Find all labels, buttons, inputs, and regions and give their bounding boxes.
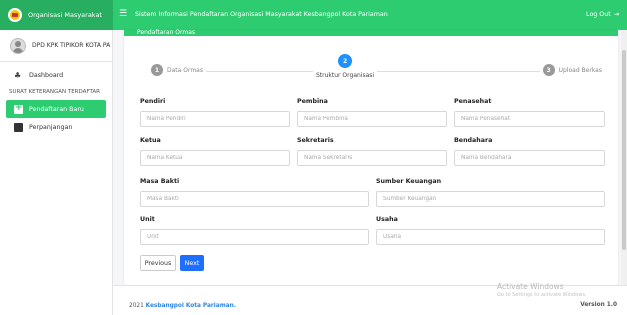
card-header: [124, 30, 618, 36]
logout-label: Log Out: [586, 11, 611, 18]
app-title: Sistem Informasi Pendaftaran Organisasi …: [135, 11, 388, 18]
step-number: 2: [338, 54, 353, 68]
step-label: Upload Berkas: [558, 66, 602, 74]
previous-button[interactable]: Previous: [140, 255, 176, 271]
user-panel: DPD KPK TIPIKOR KOTA PA: [0, 30, 112, 62]
step-number: 1: [151, 64, 163, 76]
bendahara-input[interactable]: [454, 150, 605, 166]
activate-windows-subtitle: Go to Settings to activate Windows.: [497, 292, 587, 298]
wizard-stepper: 1 Data Ormas 2 Struktur Organisasi 3 Upl…: [145, 54, 605, 86]
logout-link[interactable]: Log Out ⇥: [586, 11, 619, 18]
footer-version: Version 1.0: [580, 302, 617, 308]
sidebar-item-label: Perpanjangan: [29, 123, 73, 131]
pembina-input[interactable]: [297, 111, 447, 127]
masa-bakti-label: Masa Bakti: [140, 178, 180, 185]
sekretaris-label: Sekretaris: [297, 137, 334, 144]
unit-input[interactable]: [140, 229, 369, 245]
step-number: 3: [542, 64, 555, 76]
ketua-input[interactable]: [140, 150, 290, 166]
footer-year: 2021: [129, 303, 144, 309]
footer-copyright: 2021 Kesbangpol Kota Pariaman.: [129, 303, 236, 309]
step-upload-berkas[interactable]: 3 Upload Berkas: [539, 64, 605, 76]
user-name: DPD KPK TIPIKOR KOTA PA: [32, 42, 111, 49]
sign-out-icon: ⇥: [613, 11, 619, 18]
sidebar-section-header: SURAT KETERANGAN TERDAFTAR: [9, 89, 100, 95]
book-icon: [14, 122, 23, 132]
next-button[interactable]: Next: [180, 255, 204, 271]
pendiri-input[interactable]: [140, 111, 290, 127]
dashboard-icon: ♣: [14, 70, 22, 80]
step-data-ormas[interactable]: 1 Data Ormas: [148, 64, 206, 76]
sidebar-item-label: Pendaftaran Baru: [29, 105, 84, 113]
penasehat-label: Penasehat: [454, 98, 492, 105]
sidebar-item-dashboard[interactable]: ♣ Dashboard: [0, 66, 112, 84]
sidebar: DPD KPK TIPIKOR KOTA PA ♣ Dashboard SURA…: [0, 30, 113, 315]
usaha-input[interactable]: [376, 229, 605, 245]
sidebar-item-perpanjangan[interactable]: Perpanjangan: [0, 118, 112, 136]
step-label: Struktur Organisasi: [316, 72, 375, 79]
sumber-keuangan-label: Sumber Keuangan: [376, 178, 442, 185]
unit-label: Unit: [140, 216, 155, 223]
sidebar-item-label: Dashboard: [29, 71, 64, 79]
card-title: Pendaftaran Ormas: [137, 29, 196, 36]
sidebar-item-pendaftaran-baru[interactable]: Pendaftaran Baru: [6, 100, 106, 118]
brand[interactable]: Organisasi Masyarakat: [0, 0, 113, 30]
footer-org-link[interactable]: Kesbangpol Kota Pariaman.: [146, 303, 236, 309]
top-navbar: Organisasi Masyarakat ☰ Sistem Informasi…: [0, 0, 627, 30]
activate-windows-title: Activate Windows: [497, 282, 564, 291]
logo-icon: [8, 8, 22, 22]
masa-bakti-input[interactable]: [140, 191, 369, 207]
sekretaris-input[interactable]: [297, 150, 447, 166]
ketua-label: Ketua: [140, 137, 161, 144]
usaha-label: Usaha: [376, 216, 398, 223]
avatar: [10, 37, 26, 54]
bendahara-label: Bendahara: [454, 137, 493, 144]
sumber-keuangan-input[interactable]: [376, 191, 605, 207]
plus-square-icon: [14, 103, 23, 114]
step-struktur-organisasi[interactable]: 2 Struktur Organisasi: [313, 54, 378, 79]
brand-name: Organisasi Masyarakat: [28, 11, 102, 19]
step-label: Data Ormas: [167, 66, 203, 74]
scrollbar[interactable]: [621, 30, 627, 285]
menu-toggle-icon[interactable]: ☰: [119, 10, 127, 19]
penasehat-input[interactable]: [454, 111, 605, 127]
scrollbar-thumb[interactable]: [622, 50, 626, 250]
pendiri-label: Pendiri: [140, 98, 166, 105]
pembina-label: Pembina: [297, 98, 328, 105]
